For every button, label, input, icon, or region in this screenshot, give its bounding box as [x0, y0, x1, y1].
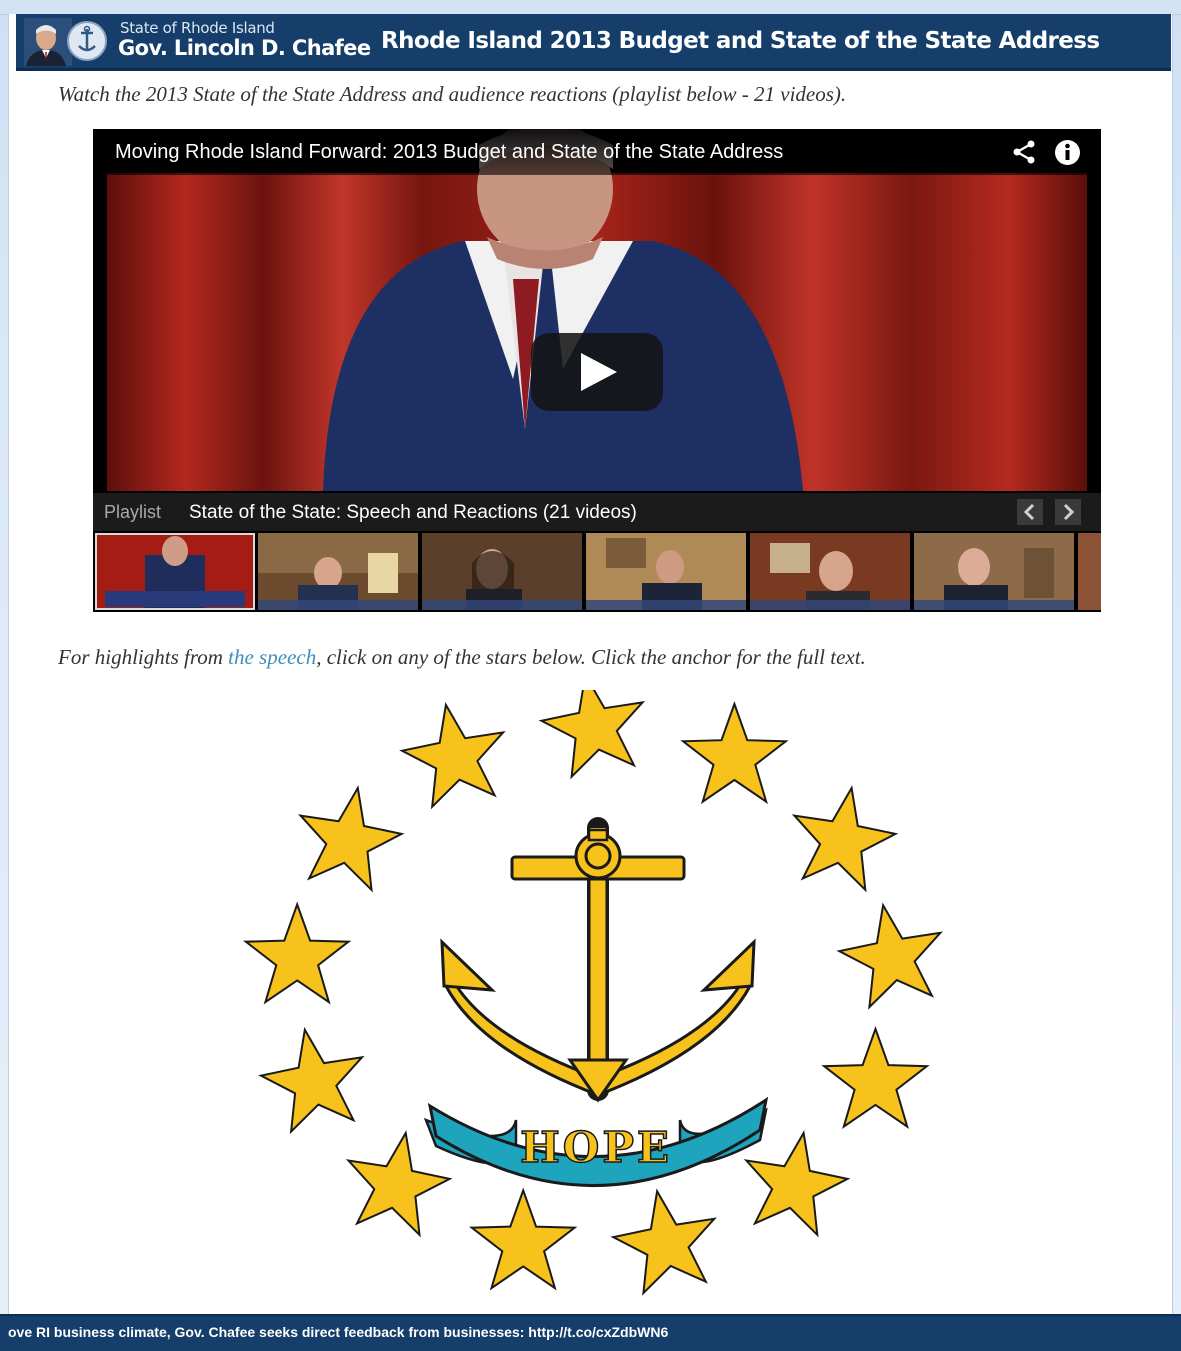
star-icon[interactable] — [258, 1026, 365, 1135]
state-label: State of Rhode Island — [120, 19, 275, 37]
video-frame[interactable]: Moving Rhode Island Forward: 2013 Budget… — [93, 129, 1101, 491]
play-button[interactable] — [531, 333, 663, 411]
star-icon[interactable] — [680, 701, 789, 805]
playlist-bar: Playlist State of the State: Speech and … — [93, 493, 1101, 531]
governor-name: Gov. Lincoln D. Chafee — [118, 36, 371, 60]
ticker-text[interactable]: ove RI business climate, Gov. Chafee see… — [8, 1324, 668, 1340]
playlist-thumbnail[interactable] — [258, 533, 418, 610]
highlights-instructions: For highlights from the speech, click on… — [58, 645, 866, 670]
play-icon — [581, 353, 617, 391]
rhode-island-seal: HOPE — [242, 690, 944, 1296]
chevron-right-icon — [1063, 503, 1075, 521]
playlist-thumbnail[interactable] — [586, 533, 746, 610]
playlist-prev-button[interactable] — [1017, 499, 1043, 525]
playlist-thumbnail[interactable] — [422, 533, 582, 610]
video-player[interactable]: Moving Rhode Island Forward: 2013 Budget… — [93, 129, 1101, 612]
anchor-icon[interactable] — [440, 817, 756, 1103]
star-icon[interactable] — [836, 902, 944, 1010]
news-ticker: ove RI business climate, Gov. Chafee see… — [0, 1314, 1181, 1351]
playlist-next-button[interactable] — [1055, 499, 1081, 525]
star-icon[interactable] — [743, 1130, 851, 1238]
intro-text: Watch the 2013 State of the State Addres… — [58, 82, 847, 106]
highlights-text-start: For highlights from — [58, 645, 229, 669]
state-seal-icon — [66, 20, 108, 62]
page-title: Rhode Island 2013 Budget and State of th… — [381, 28, 1100, 54]
motto-ribbon: HOPE — [423, 1096, 769, 1187]
star-icon[interactable] — [821, 1025, 930, 1130]
share-icon[interactable] — [1011, 139, 1037, 165]
chevron-left-icon — [1023, 503, 1035, 521]
speech-link[interactable]: the speech — [228, 645, 316, 669]
star-icon[interactable] — [791, 785, 899, 893]
playlist-thumbnail[interactable] — [1078, 533, 1101, 610]
video-title[interactable]: Moving Rhode Island Forward: 2013 Budget… — [115, 141, 783, 164]
star-icon[interactable] — [242, 901, 352, 1005]
top-band — [0, 0, 1181, 15]
video-title-bar: Moving Rhode Island Forward: 2013 Budget… — [93, 129, 1101, 175]
playlist-name[interactable]: State of the State: Speech and Reactions… — [189, 502, 637, 524]
star-icon[interactable] — [610, 1188, 717, 1296]
star-icon[interactable] — [297, 785, 405, 893]
star-icon[interactable] — [468, 1187, 578, 1291]
playlist-thumbnails — [93, 533, 1101, 612]
video-still — [93, 129, 1101, 491]
playlist-thumbnail[interactable] — [750, 533, 910, 610]
motto-text: HOPE — [520, 1123, 672, 1172]
star-icon[interactable] — [538, 690, 646, 780]
star-icon[interactable] — [345, 1130, 453, 1238]
playlist-thumbnail[interactable] — [914, 533, 1074, 610]
playlist-thumbnail[interactable] — [95, 533, 255, 610]
site-header: State of Rhode Island Gov. Lincoln D. Ch… — [16, 14, 1171, 71]
highlights-text-end: , click on any of the stars below. Click… — [316, 645, 866, 669]
star-icon[interactable] — [399, 701, 506, 810]
playlist-label: Playlist — [104, 502, 162, 522]
info-icon[interactable] — [1054, 139, 1081, 166]
governor-avatar — [24, 18, 72, 66]
